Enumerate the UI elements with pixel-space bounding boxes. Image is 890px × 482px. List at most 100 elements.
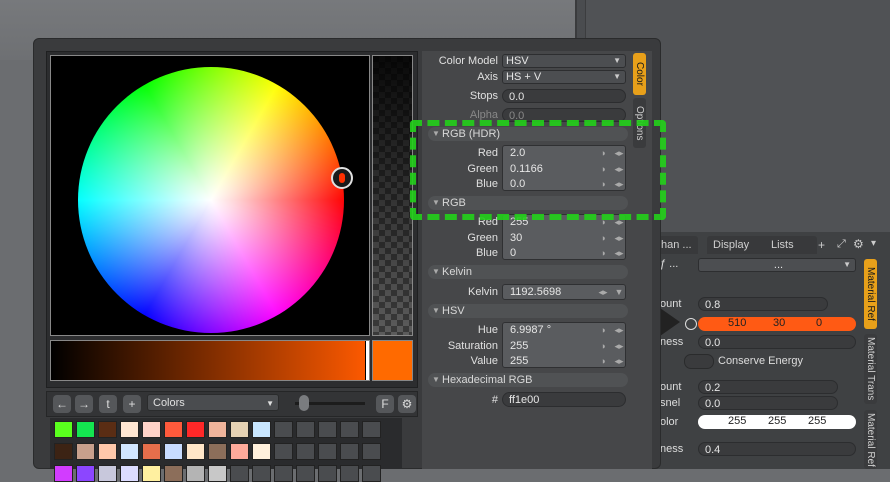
- color-swatch[interactable]: [208, 465, 227, 482]
- stops-field[interactable]: 0.0: [502, 89, 626, 103]
- reset-icon[interactable]: ◑: [597, 247, 609, 259]
- color-swatch[interactable]: [164, 421, 183, 438]
- hex-field[interactable]: ff1e00: [502, 392, 626, 407]
- color-swatch[interactable]: [318, 421, 337, 438]
- chevron-down-icon[interactable]: ▾: [871, 238, 876, 249]
- section-hex[interactable]: ▼ Hexadecimal RGB: [428, 373, 628, 387]
- color-wheel[interactable]: [78, 67, 344, 333]
- color-swatch[interactable]: [76, 443, 95, 460]
- color-swatch[interactable]: [164, 443, 183, 460]
- color-swatch[interactable]: [318, 443, 337, 460]
- add-tab-icon[interactable]: +: [818, 238, 825, 252]
- value-marker[interactable]: [365, 341, 369, 380]
- up-level-icon[interactable]: t: [99, 395, 117, 413]
- color-swatch[interactable]: [252, 465, 271, 482]
- gear-icon[interactable]: ⚙: [398, 395, 416, 413]
- amount-field[interactable]: 0.8: [698, 297, 828, 311]
- tab-lists[interactable]: Lists: [765, 236, 817, 254]
- color-swatch[interactable]: [274, 465, 293, 482]
- gear-icon[interactable]: ⚙: [853, 237, 864, 251]
- green-value[interactable]: 30: [510, 232, 522, 244]
- color-swatch[interactable]: [296, 421, 315, 438]
- color-swatch[interactable]: [230, 421, 249, 438]
- color-swatch[interactable]: [54, 421, 73, 438]
- spinner-icon[interactable]: ◂▸: [613, 247, 625, 259]
- color-swatch[interactable]: [120, 443, 139, 460]
- tab-display[interactable]: Display: [707, 236, 769, 254]
- value-gradient-bar[interactable]: [50, 340, 370, 381]
- material-dropdown[interactable]: ... ▼: [698, 258, 856, 272]
- color-swatch[interactable]: [142, 465, 161, 482]
- radio-icon[interactable]: [685, 318, 697, 330]
- color-swatch[interactable]: [296, 465, 315, 482]
- add-icon[interactable]: +: [123, 395, 141, 413]
- fresnel-field[interactable]: 0.0: [698, 396, 838, 410]
- roughness-field[interactable]: 0.0: [698, 335, 856, 349]
- reset-icon[interactable]: ◑: [597, 340, 609, 352]
- color-swatch[interactable]: [76, 421, 95, 438]
- color-swatch[interactable]: [230, 465, 249, 482]
- hue-value[interactable]: 6.9987 °: [510, 324, 551, 336]
- color-swatch[interactable]: [340, 421, 359, 438]
- slider-knob[interactable]: [299, 395, 309, 411]
- color-swatch[interactable]: [362, 443, 381, 460]
- vtab-material-ref-2[interactable]: Material Ref: [864, 410, 877, 469]
- color-swatch[interactable]: [98, 465, 117, 482]
- color-swatch[interactable]: [340, 443, 359, 460]
- spinner-icon[interactable]: ◂▸: [613, 324, 625, 336]
- arrow-left-icon[interactable]: ←: [53, 395, 71, 413]
- saturation-value[interactable]: 255: [510, 340, 528, 352]
- color-swatch[interactable]: [208, 443, 227, 460]
- color-swatch[interactable]: [186, 443, 205, 460]
- color-field[interactable]: 255 255 255: [698, 415, 856, 429]
- spinner-icon[interactable]: ◂▸: [597, 286, 609, 298]
- glossiness-field[interactable]: 0.4: [698, 442, 856, 456]
- kelvin-value[interactable]: 1192.5698: [510, 286, 561, 298]
- alpha-strip[interactable]: [372, 55, 413, 336]
- reset-icon[interactable]: ◑: [597, 324, 609, 336]
- tab-color[interactable]: Color: [633, 53, 646, 95]
- vtab-material-trans[interactable]: Material Trans: [864, 334, 877, 404]
- spinner-icon[interactable]: ◂▸: [613, 340, 625, 352]
- spinner-icon[interactable]: ◂▸: [613, 355, 625, 367]
- color-model-dropdown[interactable]: HSV ▼: [502, 54, 626, 68]
- reflection-color-field[interactable]: 510 30 0: [698, 317, 856, 331]
- color-swatch[interactable]: [76, 465, 95, 482]
- color-swatch[interactable]: [230, 443, 249, 460]
- conserve-energy-toggle[interactable]: [684, 354, 714, 369]
- color-swatch[interactable]: [318, 465, 337, 482]
- color-swatch[interactable]: [186, 421, 205, 438]
- color-swatch[interactable]: [164, 465, 183, 482]
- value-value[interactable]: 255: [510, 355, 528, 367]
- color-swatch[interactable]: [340, 465, 359, 482]
- arrow-right-icon[interactable]: →: [75, 395, 93, 413]
- color-swatch[interactable]: [274, 443, 293, 460]
- preset-dropdown[interactable]: Colors ▼: [147, 394, 279, 411]
- spinner-icon[interactable]: ◂▸: [613, 232, 625, 244]
- color-swatch[interactable]: [98, 443, 117, 460]
- color-swatch[interactable]: [186, 465, 205, 482]
- color-swatch[interactable]: [120, 421, 139, 438]
- f-button[interactable]: F: [376, 395, 394, 413]
- color-swatch[interactable]: [142, 421, 161, 438]
- section-kelvin[interactable]: ▼ Kelvin: [428, 265, 628, 279]
- color-swatch[interactable]: [54, 465, 73, 482]
- color-swatch[interactable]: [98, 421, 117, 438]
- color-swatch[interactable]: [120, 465, 139, 482]
- tab-channels[interactable]: han ...: [655, 236, 698, 254]
- color-swatch[interactable]: [208, 421, 227, 438]
- blue-value[interactable]: 0: [510, 247, 516, 259]
- color-swatch[interactable]: [142, 443, 161, 460]
- axis-dropdown[interactable]: HS + V ▼: [502, 70, 626, 84]
- amount-field-2[interactable]: 0.2: [698, 380, 838, 394]
- section-hsv[interactable]: ▼ HSV: [428, 304, 628, 318]
- expand-icon[interactable]: ⤢: [837, 238, 846, 251]
- color-cursor[interactable]: [331, 167, 353, 189]
- color-swatch[interactable]: [362, 421, 381, 438]
- color-swatch[interactable]: [362, 465, 381, 482]
- color-swatch[interactable]: [252, 443, 271, 460]
- color-swatch[interactable]: [274, 421, 293, 438]
- color-swatch[interactable]: [296, 443, 315, 460]
- vtab-material-ref[interactable]: Material Ref: [864, 259, 877, 329]
- color-swatch[interactable]: [54, 443, 73, 460]
